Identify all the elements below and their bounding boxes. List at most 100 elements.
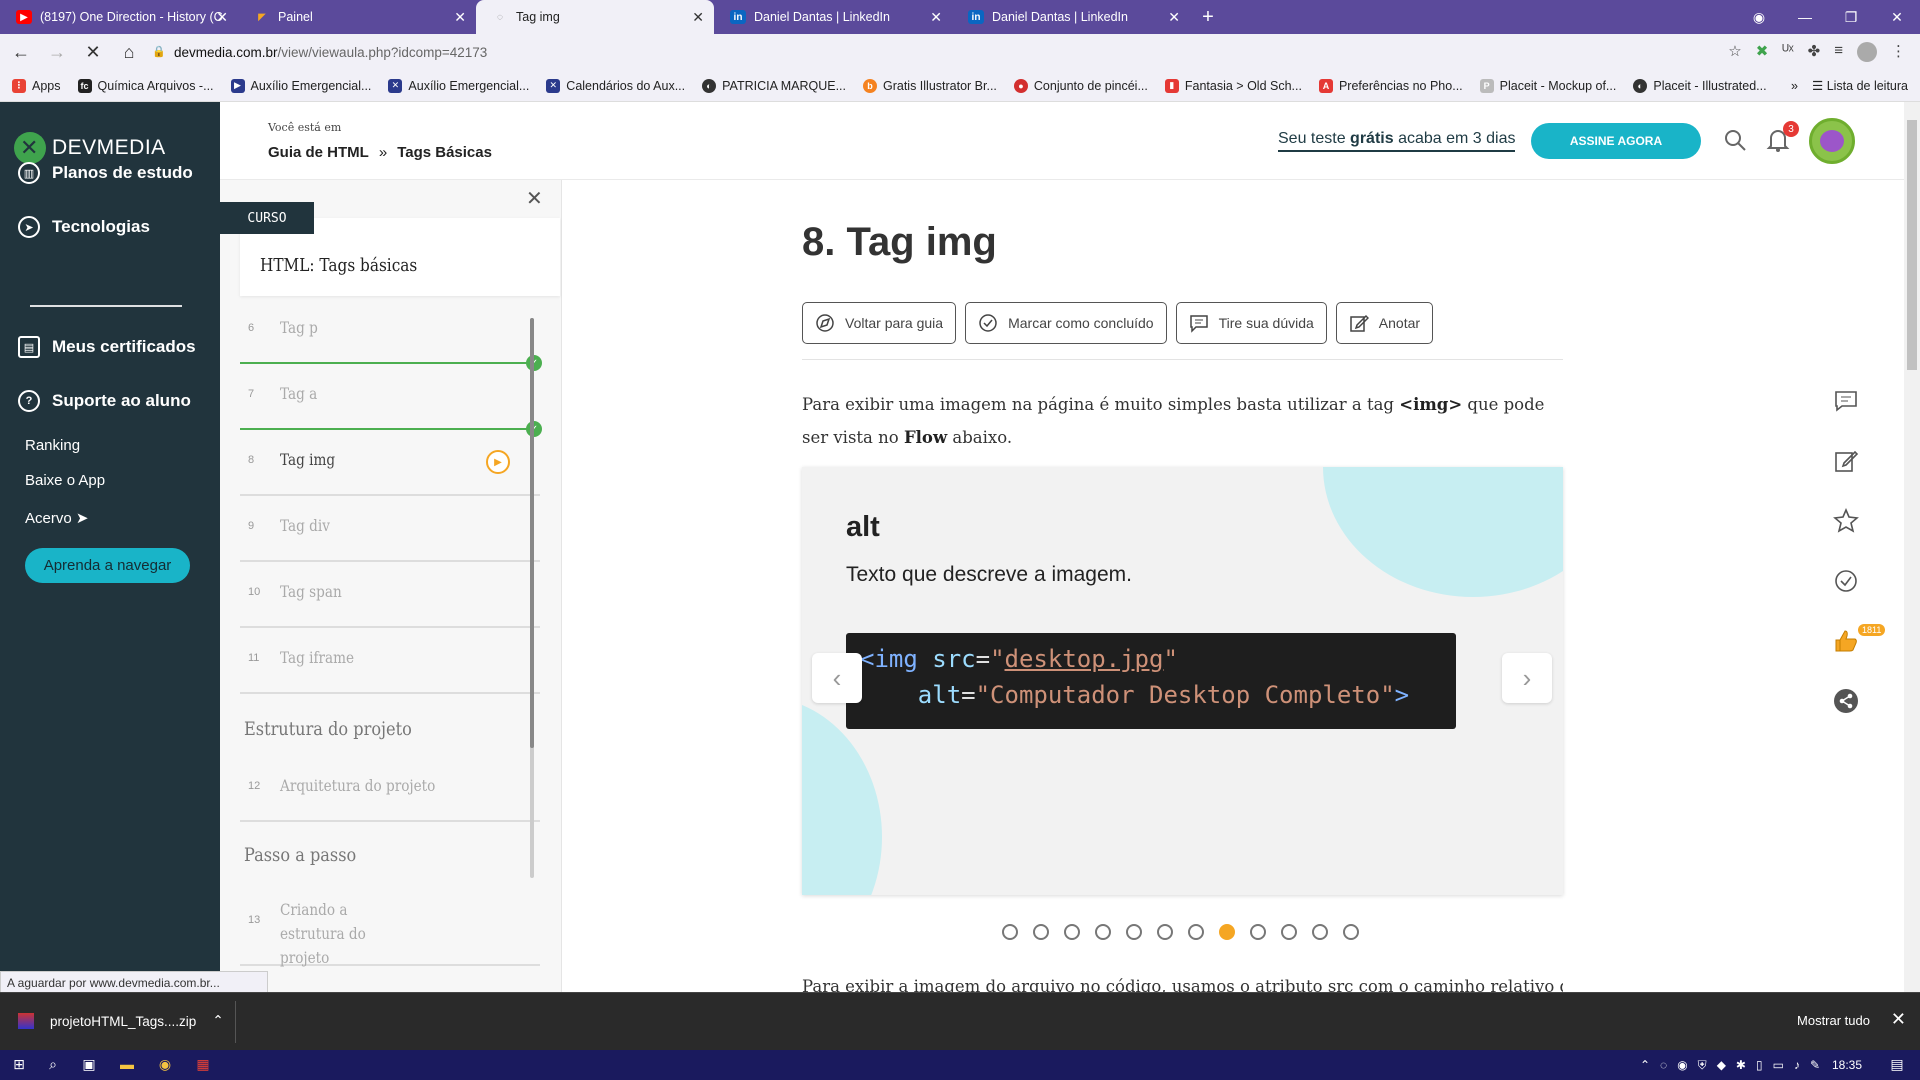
notes-icon[interactable] [1833, 448, 1859, 474]
user-avatar[interactable] [1809, 118, 1855, 164]
network-icon[interactable]: ▭ [1773, 1058, 1784, 1073]
lesson-item-current[interactable]: 8 Tag img ▶ [240, 430, 540, 496]
share-icon[interactable] [1833, 688, 1859, 714]
winrar-icon[interactable]: ▦ [194, 1056, 212, 1074]
lesson-item[interactable]: 13 Criando a estrutura do projeto [240, 880, 540, 967]
ux-extension-icon[interactable]: ᵁˣ [1782, 42, 1793, 62]
notification-center-icon[interactable]: ▤ [1888, 1056, 1906, 1074]
devmedia-logo[interactable]: DEVMEDIA [14, 132, 166, 164]
close-window-icon[interactable]: ✕ [1874, 9, 1920, 26]
bookmark-item[interactable]: ▶ Auxílio Emergencial... [230, 78, 371, 93]
nav-suporte[interactable]: ? Suporte ao aluno [18, 390, 191, 412]
stop-icon[interactable]: ✕ [78, 42, 108, 63]
slide-dot[interactable] [1343, 924, 1359, 940]
star-icon[interactable]: ☆ [1728, 42, 1741, 62]
lesson-item[interactable]: 11 Tag iframe [240, 628, 540, 694]
page-scrollbar[interactable] [1904, 102, 1920, 992]
tab-search-icon[interactable]: ◉ [1736, 9, 1782, 26]
windows-start-icon[interactable]: ⊞ [10, 1056, 28, 1074]
slide-dot[interactable] [1219, 924, 1235, 940]
browser-tab-active[interactable]: ◌ Tag img ✕ [476, 0, 714, 34]
search-icon[interactable]: ⌕ [44, 1056, 62, 1074]
lesson-item[interactable]: 6 Tag p ✓ [240, 298, 542, 371]
show-all-button[interactable]: Mostrar tudo [1797, 1013, 1870, 1028]
slide-dot[interactable] [1312, 924, 1328, 940]
search-icon[interactable] [1723, 128, 1747, 152]
browser-tab[interactable]: ◤ Painel ✕ [238, 0, 476, 34]
mark-complete-button[interactable]: Marcar como concluído [965, 302, 1167, 344]
pen-icon[interactable]: ✎ [1810, 1058, 1820, 1073]
subscribe-button[interactable]: ASSINE AGORA [1531, 123, 1701, 159]
nav-certificados[interactable]: ▤ Meus certificados [18, 336, 196, 358]
lesson-item[interactable]: 9 Tag div [240, 496, 540, 562]
lesson-item[interactable]: 12 Arquitetura do projeto [240, 756, 540, 822]
breadcrumb-guide[interactable]: Guia de HTML [268, 144, 369, 161]
bookmark-item[interactable]: ✕ Auxílio Emergencial... [388, 78, 529, 93]
close-tab-icon[interactable]: ✕ [454, 9, 466, 26]
tray-icon[interactable]: ✱ [1736, 1058, 1746, 1073]
annotate-button[interactable]: Anotar [1335, 302, 1434, 344]
battery-icon[interactable]: ▯ [1756, 1058, 1763, 1073]
nav-acervo[interactable]: Acervo ➤ [25, 509, 88, 527]
course-scrollbar[interactable] [530, 318, 534, 878]
slide-dot[interactable] [1188, 924, 1204, 940]
slide-dot[interactable] [1157, 924, 1173, 940]
back-icon[interactable]: ← [6, 42, 36, 63]
prev-slide-button[interactable]: ‹ [812, 653, 862, 703]
bookmark-item[interactable]: ◐ PATRICIA MARQUE... [702, 78, 846, 93]
tray-icon[interactable]: ◌ [1660, 1058, 1667, 1073]
nav-tecnologias[interactable]: ➤ Tecnologias [18, 216, 150, 238]
nav-baixe-app[interactable]: Baixe o App [25, 472, 105, 489]
breadcrumb-current[interactable]: Tags Básicas [397, 144, 492, 161]
next-slide-button[interactable]: › [1502, 653, 1552, 703]
menu-icon[interactable]: ⋮ [1891, 42, 1906, 62]
task-view-icon[interactable]: ▣ [80, 1056, 98, 1074]
nav-ranking[interactable]: Ranking [25, 437, 80, 454]
lesson-item[interactable]: 10 Tag span [240, 562, 540, 628]
tray-icon[interactable]: ◆ [1717, 1058, 1726, 1073]
slide-dot[interactable] [1002, 924, 1018, 940]
volume-icon[interactable]: ♪ [1794, 1058, 1800, 1073]
bookmark-item[interactable]: ✕ Calendários do Aux... [546, 78, 685, 93]
comment-icon[interactable] [1833, 388, 1859, 414]
restore-icon[interactable]: ❐ [1828, 9, 1874, 26]
close-tab-icon[interactable]: ✕ [692, 9, 704, 26]
media-icon[interactable]: ≡ [1834, 42, 1843, 62]
more-bookmarks-button[interactable]: » [1791, 79, 1798, 93]
check-circle-icon[interactable] [1833, 568, 1859, 594]
close-tab-icon[interactable]: ✕ [1168, 9, 1180, 26]
browser-tab[interactable]: in Daniel Dantas | LinkedIn ✕ [714, 0, 952, 34]
url-input[interactable]: 🔒 devmedia.com.br/view/viewaula.php?idco… [140, 39, 1710, 65]
minimize-icon[interactable]: — [1782, 9, 1828, 25]
back-to-guide-button[interactable]: Voltar para guia [802, 302, 957, 344]
course-scrollbar-thumb[interactable] [530, 318, 534, 748]
play-icon[interactable]: ▶ [486, 450, 510, 474]
tray-icon[interactable]: ◉ [1677, 1058, 1687, 1073]
thumbs-up-icon[interactable] [1833, 628, 1859, 654]
page-scrollbar-thumb[interactable] [1907, 120, 1917, 370]
bookmark-item[interactable]: A Preferências no Pho... [1318, 78, 1463, 93]
ask-question-button[interactable]: Tire sua dúvida [1175, 302, 1327, 344]
browser-tab[interactable]: ▶ (8197) One Direction - History (C ✕ [0, 0, 238, 34]
reading-list-button[interactable]: ☰ Lista de leitura [1812, 78, 1908, 93]
nav-planos[interactable]: ▥ Planos de estudo [18, 162, 193, 184]
trial-notice[interactable]: Seu teste grátis acaba em 3 dias [1278, 130, 1516, 152]
bookmark-item[interactable]: ▮ Fantasia > Old Sch... [1164, 78, 1302, 93]
forward-icon[interactable]: → [42, 42, 72, 63]
browser-tab[interactable]: in Daniel Dantas | LinkedIn ✕ [952, 0, 1190, 34]
slide-dot[interactable] [1095, 924, 1111, 940]
extension-icon[interactable]: ✖ [1756, 42, 1769, 62]
close-tab-icon[interactable]: ✕ [216, 9, 228, 26]
chevron-up-icon[interactable]: ⌃ [1640, 1058, 1650, 1073]
star-badge-icon[interactable] [1833, 508, 1859, 534]
lesson-item[interactable]: 7 Tag a ✓ [240, 364, 542, 437]
bookmark-item[interactable]: ⋮ Apps [12, 78, 61, 93]
learn-navigate-button[interactable]: Aprenda a navegar [25, 548, 190, 583]
slide-dot[interactable] [1250, 924, 1266, 940]
file-explorer-icon[interactable]: ▬ [118, 1056, 136, 1074]
bookmark-item[interactable]: fc Química Arquivos -... [77, 78, 214, 93]
profile-avatar[interactable] [1857, 42, 1877, 62]
slide-dot[interactable] [1033, 924, 1049, 940]
chrome-icon[interactable]: ◉ [156, 1056, 174, 1074]
bookmark-item[interactable]: ● Conjunto de pincéi... [1013, 78, 1148, 93]
